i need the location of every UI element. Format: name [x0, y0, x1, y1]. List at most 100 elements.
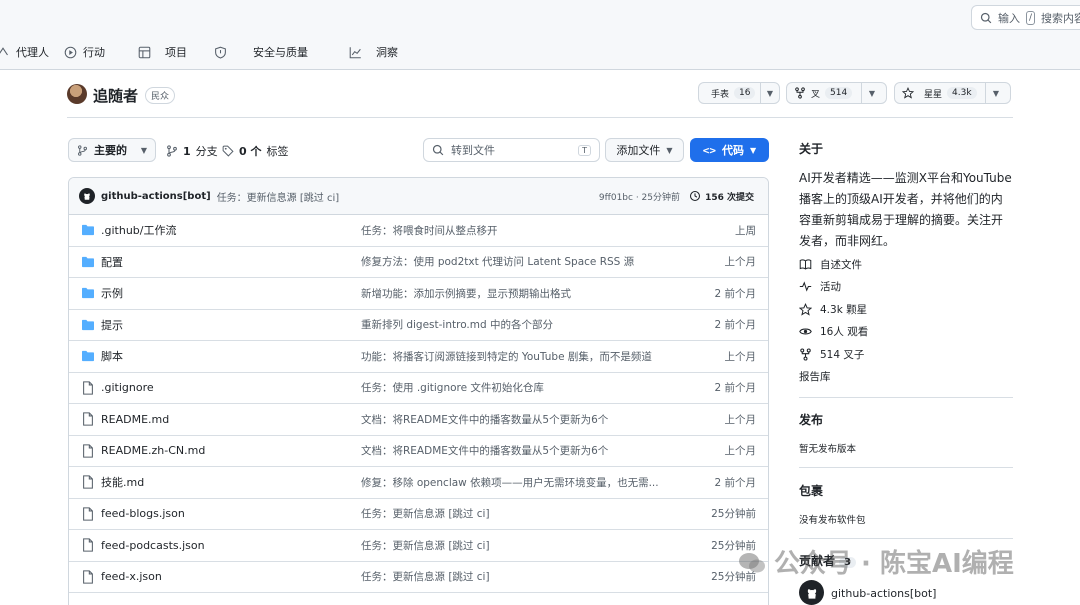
file-commit-message[interactable]: 重新排列 digest-intro.md 中的各个部分 — [361, 317, 553, 332]
branches-link[interactable]: 1 分支 — [166, 143, 218, 159]
play-icon — [63, 45, 77, 59]
goto-file-input[interactable]: 转到文件 T — [423, 138, 600, 162]
file-commit-message[interactable]: 任务：将喂食时间从整点移开 — [361, 223, 498, 238]
file-commit-message[interactable]: 任务：更新信息源 [跳过 ci] — [361, 506, 490, 521]
file-row[interactable]: 配置 修复方法：使用 pod2txt 代理访问 Latent Space RSS … — [69, 247, 768, 278]
tags-link[interactable]: 0 个标签 — [222, 143, 288, 159]
file-row[interactable]: 脚本 功能：将播客订阅源链接到特定的 YouTube 剧集，而不是频道 上个月 — [69, 341, 768, 373]
commit-meta[interactable]: 9ff01bc · 25分钟前 — [599, 190, 680, 203]
fork-icon — [800, 348, 811, 361]
sidebar-link-readme[interactable]: 自述文件 — [799, 257, 862, 272]
file-row[interactable]: 提示 重新排列 digest-intro.md 中的各个部分 2 前个月 — [69, 310, 768, 341]
shield-icon — [213, 45, 227, 59]
contributors-heading[interactable]: 贡献者 3 — [799, 552, 856, 569]
file-icon — [81, 381, 95, 395]
commits-count: 156 次提交 — [705, 192, 754, 203]
file-name[interactable]: .gitignore — [101, 381, 154, 394]
file-commit-message[interactable]: 任务：更新信息源 [跳过 ci] — [361, 569, 490, 584]
file-commit-time: 25分钟前 — [711, 571, 756, 584]
search-icon — [432, 144, 444, 156]
sidebar-link-forks[interactable]: 514 叉子 — [799, 347, 864, 362]
goto-file-shortcut: T — [578, 144, 591, 156]
sidebar-link-stars[interactable]: 4.3k 颗星 — [799, 302, 867, 317]
commit-author[interactable]: github-actions[bot] — [101, 191, 211, 202]
file-row[interactable]: feed-blogs.json 任务：更新信息源 [跳过 ci] 25分钟前 — [69, 499, 768, 530]
file-commit-message[interactable]: 新增功能：添加示例摘要，显示预期输出格式 — [361, 286, 571, 301]
file-commit-time: 上个月 — [724, 350, 757, 363]
sidebar-link-label: 自述文件 — [820, 259, 862, 271]
global-search[interactable]: 输入 / 搜索内容 — [971, 5, 1080, 30]
file-commit-message[interactable]: 功能：将播客订阅源链接到特定的 YouTube 剧集，而不是频道 — [361, 349, 652, 364]
file-row[interactable]: feed-x.json 任务：更新信息源 [跳过 ci] 25分钟前 — [69, 562, 768, 593]
watch-button[interactable]: 手表 16 ▼ — [698, 82, 780, 104]
top-bar: 输入 / 搜索内容 代理人 行动 项目 安全与质量 洞察 — [0, 0, 1080, 70]
add-file-button[interactable]: 添加文件 ▼ — [605, 138, 684, 162]
file-name[interactable]: 技能.md — [101, 474, 144, 490]
file-name[interactable]: 提示 — [101, 317, 123, 333]
file-name[interactable]: 脚本 — [101, 348, 123, 364]
file-row[interactable]: README.md 文档：将README文件中的播客数量从5个更新为6个 上个月 — [69, 404, 768, 436]
eye-icon — [799, 328, 812, 335]
nav-tab-insights[interactable]: 洞察 — [348, 44, 398, 60]
file-name[interactable]: feed-x.json — [101, 570, 162, 583]
file-commit-time: 上周 — [735, 224, 756, 237]
nav-tab-actions[interactable]: 行动 — [63, 44, 105, 60]
sidebar-link-watchers[interactable]: 16人 观看 — [799, 324, 868, 339]
star-button[interactable]: 星星 4.3k ▼ — [894, 82, 1011, 104]
file-name[interactable]: 配置 — [101, 254, 123, 270]
tag-icon — [222, 145, 234, 157]
nav-tab-projects[interactable]: 项目 — [137, 44, 187, 60]
sidebar-link-activity[interactable]: 活动 — [799, 279, 841, 294]
chevron-down-icon[interactable]: ▼ — [986, 83, 1006, 103]
file-name[interactable]: README.zh-CN.md — [101, 444, 205, 457]
chevron-down-icon[interactable]: ▼ — [761, 83, 779, 103]
file-row[interactable]: 示例 新增功能：添加示例摘要，显示预期输出格式 2 前个月 — [69, 278, 768, 310]
file-table: github-actions[bot] 任务：更新信息源 [跳过 ci] 9ff… — [68, 177, 769, 605]
add-file-label: 添加文件 — [616, 144, 661, 157]
chevron-down-icon: ▼ — [750, 145, 757, 155]
file-commit-message[interactable]: 文档：将README文件中的播客数量从5个更新为6个 — [361, 412, 608, 427]
fork-button[interactable]: 叉 514 ▼ — [786, 82, 887, 104]
code-button[interactable]: <> 代码 ▼ — [690, 138, 769, 162]
sidebar-divider — [799, 538, 1013, 539]
fork-label: 叉 — [811, 89, 821, 100]
github-icon[interactable] — [799, 580, 824, 605]
file-name[interactable]: feed-podcasts.json — [101, 539, 205, 552]
folder-icon — [81, 255, 95, 269]
file-commit-message[interactable]: 修复：移除 openclaw 依赖项——用户无需环境变量，也无需... — [361, 475, 659, 490]
report-repo-link[interactable]: 报告库 — [799, 369, 831, 384]
file-commit-time: 上个月 — [724, 445, 757, 458]
file-row[interactable]: feed-podcasts.json 任务：更新信息源 [跳过 ci] 25分钟前 — [69, 530, 768, 562]
file-name[interactable]: README.md — [101, 413, 169, 426]
owner-avatar[interactable] — [67, 84, 87, 104]
releases-heading[interactable]: 发布 — [799, 411, 823, 428]
contributor-name[interactable]: github-actions[bot] — [831, 587, 936, 600]
nav-tab-label: 洞察 — [376, 46, 398, 59]
file-row[interactable]: 技能.md 修复：移除 openclaw 依赖项——用户无需环境变量，也无需...… — [69, 467, 768, 499]
branch-selector[interactable]: 主要的 ▼ — [68, 138, 156, 162]
commit-message[interactable]: 任务：更新信息源 [跳过 ci] — [217, 189, 339, 204]
header-divider — [67, 117, 1013, 118]
file-name[interactable]: feed-blogs.json — [101, 507, 185, 520]
file-commit-message[interactable]: 任务：使用 .gitignore 文件初始化仓库 — [361, 380, 544, 395]
file-row[interactable]: README.zh-CN.md 文档：将README文件中的播客数量从5个更新为6… — [69, 436, 768, 467]
folder-icon — [81, 223, 95, 237]
nav-tab-security[interactable]: 安全与质量 — [213, 44, 308, 60]
repo-name[interactable]: 追随者 — [93, 85, 138, 106]
github-icon[interactable] — [79, 188, 95, 204]
watermark: 公众号 · 陈宝AI编程 — [738, 543, 1014, 580]
chevron-down-icon[interactable]: ▼ — [862, 83, 882, 103]
file-commit-message[interactable]: 修复方法：使用 pod2txt 代理访问 Latent Space RSS 源 — [361, 254, 634, 269]
book-icon — [799, 259, 812, 270]
commits-link[interactable]: 156 次提交 — [689, 190, 754, 203]
packages-heading[interactable]: 包裹 — [799, 482, 823, 499]
file-commit-message[interactable]: 任务：更新信息源 [跳过 ci] — [361, 538, 490, 553]
file-row[interactable]: .gitignore 任务：使用 .gitignore 文件初始化仓库 2 前个月 — [69, 373, 768, 404]
file-name[interactable]: .github/工作流 — [101, 222, 176, 238]
file-row[interactable]: .github/工作流 任务：将喂食时间从整点移开 上周 — [69, 215, 768, 247]
file-icon — [81, 444, 95, 458]
fork-icon — [795, 87, 805, 99]
file-name[interactable]: 示例 — [101, 285, 123, 301]
nav-tab-agents[interactable]: 代理人 — [0, 44, 49, 60]
file-commit-message[interactable]: 文档：将README文件中的播客数量从5个更新为6个 — [361, 443, 608, 458]
